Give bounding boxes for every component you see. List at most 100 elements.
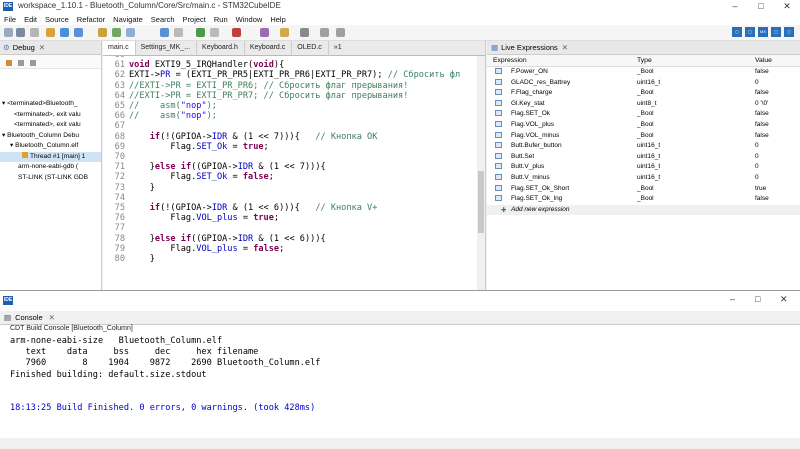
expression-row[interactable]: Flag.VOL_plus _Bool false bbox=[487, 120, 800, 131]
menu-search[interactable]: Search bbox=[147, 15, 179, 24]
expression-name: Butt.V_minus bbox=[511, 173, 550, 181]
expression-row[interactable]: Butt.V_minus uint16_t 0 bbox=[487, 173, 800, 184]
run-icon[interactable] bbox=[196, 28, 205, 37]
tree-item[interactable]: arm-none-eabi-gdb ( bbox=[0, 162, 101, 173]
menu-edit[interactable]: Edit bbox=[20, 15, 41, 24]
expression-value: 0 bbox=[755, 152, 759, 160]
expression-row[interactable]: Butt.Set uint16_t 0 bbox=[487, 152, 800, 163]
debug-config-icon[interactable] bbox=[60, 28, 69, 37]
minimize-button[interactable]: – bbox=[730, 294, 735, 304]
expression-row[interactable]: Butt.V_plus uint16_t 0 bbox=[487, 162, 800, 173]
debug-icon[interactable] bbox=[160, 28, 169, 37]
editor-scrollbar[interactable] bbox=[477, 56, 485, 291]
step-over-icon[interactable] bbox=[126, 28, 135, 37]
tab-settings-mk[interactable]: Settings_MK_... bbox=[136, 41, 198, 55]
scrollbar-thumb[interactable] bbox=[478, 171, 484, 233]
menu-source[interactable]: Source bbox=[41, 15, 73, 24]
menu-project[interactable]: Project bbox=[179, 15, 210, 24]
live-expressions-view: ▦ Live Expressions ✕ Expression Type Val… bbox=[487, 41, 800, 291]
expression-row[interactable]: Flag.SET_Ok_lng _Bool false bbox=[487, 194, 800, 205]
perspective-switcher: ▢ ▢ MX ▢ ▢ bbox=[732, 27, 800, 37]
expression-row[interactable]: Flag.SET_Ok _Bool false bbox=[487, 109, 800, 120]
tree-item[interactable]: ▾ Bluetooth_Column.elf bbox=[0, 141, 101, 152]
column-expression[interactable]: Expression bbox=[493, 57, 527, 64]
debug-view-title[interactable]: Debug bbox=[13, 43, 35, 52]
minimize-button[interactable]: – bbox=[722, 0, 748, 13]
menu-run[interactable]: Run bbox=[210, 15, 232, 24]
resume-icon[interactable] bbox=[74, 28, 83, 37]
perspective-icon[interactable]: ▢ bbox=[784, 27, 794, 37]
terminate-icon[interactable] bbox=[98, 28, 107, 37]
maximize-button[interactable]: □ bbox=[755, 294, 760, 304]
tab-main-c[interactable]: main.c bbox=[103, 41, 136, 55]
search-icon[interactable] bbox=[260, 28, 269, 37]
tree-item-selected[interactable]: Thread #1 [main] 1 bbox=[0, 151, 101, 162]
line-number: 73 bbox=[114, 182, 125, 193]
column-type[interactable]: Type bbox=[637, 57, 652, 64]
expression-row[interactable]: F.Flag_charge _Bool false bbox=[487, 88, 800, 99]
close-icon[interactable]: ✕ bbox=[39, 43, 45, 52]
console-title[interactable]: Console bbox=[15, 313, 43, 322]
open-type-icon[interactable] bbox=[280, 28, 289, 37]
menu-file[interactable]: File bbox=[0, 15, 20, 24]
save-icon[interactable] bbox=[16, 28, 25, 37]
menu-help[interactable]: Help bbox=[266, 15, 289, 24]
add-expression-row[interactable]: ✚ Add new expression bbox=[487, 204, 800, 216]
expression-row[interactable]: Butt.Bufer_button uint16_t 0 bbox=[487, 141, 800, 152]
code-area[interactable]: 6061void EXTI9_5_IRQHandler(void){62EXTI… bbox=[103, 56, 478, 291]
tree-item[interactable]: <terminated>, exit valu bbox=[0, 120, 101, 131]
close-button[interactable]: ✕ bbox=[780, 294, 788, 305]
terminate-icon[interactable] bbox=[18, 60, 24, 66]
step-icon[interactable] bbox=[112, 28, 121, 37]
menu-window[interactable]: Window bbox=[232, 15, 267, 24]
code-line: }else if((GPIOA->IDR & (1 << 6))){ bbox=[129, 233, 326, 244]
thread-icon bbox=[22, 151, 28, 158]
perspective-icon[interactable]: ▢ bbox=[732, 27, 742, 37]
tab-keyboard-h[interactable]: Keyboard.h bbox=[197, 41, 245, 55]
forward-icon[interactable] bbox=[336, 28, 345, 37]
tab-keyboard-c[interactable]: Keyboard.c bbox=[245, 41, 293, 55]
close-button[interactable]: ✕ bbox=[774, 0, 800, 13]
expression-value: false bbox=[755, 195, 769, 203]
tree-item[interactable]: ST-LINK (ST-LINK GDB bbox=[0, 173, 101, 184]
expression-row[interactable]: Gl.Key_stat uint8_t 0 '\0' bbox=[487, 99, 800, 110]
close-icon[interactable]: ✕ bbox=[562, 43, 568, 52]
perspective-icon[interactable]: MX bbox=[758, 27, 768, 37]
console-line: 18:13:25 Build Finished. 0 errors, 0 war… bbox=[10, 403, 316, 414]
close-icon[interactable]: ✕ bbox=[49, 313, 55, 322]
tree-item[interactable]: <terminated>, exit valu bbox=[0, 110, 101, 121]
build-icon[interactable] bbox=[46, 28, 55, 37]
perspective-icon[interactable]: ▢ bbox=[745, 27, 755, 37]
tab-oled-c[interactable]: OLED.c bbox=[292, 41, 329, 55]
external-tools-icon[interactable] bbox=[232, 28, 241, 37]
expression-row[interactable]: F.Power_ON _Bool false bbox=[487, 67, 800, 78]
add-icon: ✚ bbox=[501, 206, 507, 214]
expression-value: false bbox=[755, 110, 769, 118]
back-icon[interactable] bbox=[320, 28, 329, 37]
expression-row[interactable]: Flag.SET_Ok_Short _Bool true bbox=[487, 184, 800, 195]
code-line: Flag.VOL_plus = false; bbox=[129, 243, 285, 254]
line-number: 77 bbox=[114, 223, 125, 234]
live-expressions-title[interactable]: Live Expressions bbox=[501, 43, 558, 52]
perspective-icon[interactable]: ▢ bbox=[771, 27, 781, 37]
line-number: 64 bbox=[114, 90, 125, 101]
annotation-icon[interactable] bbox=[300, 28, 309, 37]
menu-navigate[interactable]: Navigate bbox=[109, 15, 147, 24]
save-all-icon[interactable] bbox=[30, 28, 39, 37]
tree-item[interactable]: ▾ <terminated>Bluetooth_ bbox=[0, 99, 101, 110]
tab-overflow[interactable]: »1 bbox=[329, 41, 348, 55]
tree-item[interactable]: ▾ Bluetooth_Column Debu bbox=[0, 131, 101, 142]
column-value[interactable]: Value bbox=[755, 57, 772, 64]
expression-row[interactable]: GLADC_res_Battrey uint16_t 0 bbox=[487, 78, 800, 89]
resume-icon[interactable] bbox=[6, 60, 12, 66]
main-toolbar bbox=[0, 25, 800, 41]
new-icon[interactable] bbox=[4, 28, 13, 37]
menu-refactor[interactable]: Refactor bbox=[73, 15, 109, 24]
expression-row[interactable]: Flag.VOL_minus _Bool false bbox=[487, 131, 800, 142]
expression-name: F.Power_ON bbox=[511, 68, 548, 75]
maximize-button[interactable]: □ bbox=[748, 0, 774, 13]
dropdown-icon[interactable] bbox=[174, 28, 183, 37]
disconnect-icon[interactable] bbox=[30, 60, 36, 66]
run-dropdown-icon[interactable] bbox=[210, 28, 219, 37]
console-output[interactable]: arm-none-eabi-size Bluetooth_Column.elf … bbox=[10, 336, 790, 414]
